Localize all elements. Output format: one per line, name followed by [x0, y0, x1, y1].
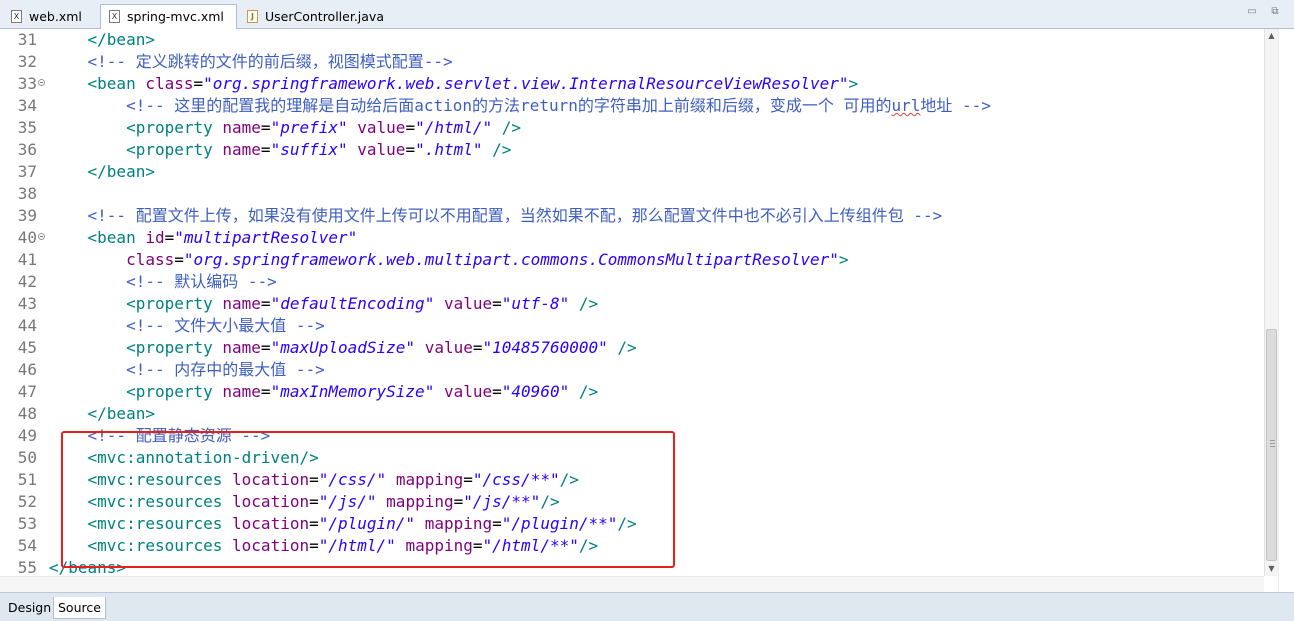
code-text: <property name="defaultEncoding" value="…	[126, 294, 599, 313]
xml-file-icon: X	[109, 10, 120, 23]
code-line[interactable]: 47 <property name="maxInMemorySize" valu…	[0, 381, 1264, 403]
tab-label: UserController.java	[265, 9, 384, 24]
code-line[interactable]: 49 <!-- 配置静态资源 -->	[0, 425, 1264, 447]
code-text: <!-- 配置文件上传，如果没有使用文件上传可以不用配置，当然如果不配，那么配置…	[87, 206, 943, 225]
code-line[interactable]: 52 <mvc:resources location="/js/" mappin…	[0, 491, 1264, 513]
code-line[interactable]: 36 <property name="suffix" value=".html"…	[0, 139, 1264, 161]
line-number: 33	[17, 74, 37, 93]
code-text: <mvc:resources location="/js/" mapping="…	[87, 492, 560, 511]
scrollbar-thumb[interactable]	[1266, 329, 1277, 561]
code-text: <!-- 定义跳转的文件的前后缀，视图模式配置-->	[87, 52, 453, 71]
code-text: class="org.springframework.web.multipart…	[126, 250, 849, 269]
code-text: <!-- 这里的配置我的理解是自动给后面action的方法return的字符串加…	[126, 96, 991, 115]
maximize-icon[interactable]: ⧉	[1268, 6, 1282, 18]
code-line[interactable]: 48 </bean>	[0, 403, 1264, 425]
code-text: <property name="suffix" value=".html" />	[126, 140, 512, 159]
code-line[interactable]: 54 <mvc:resources location="/html/" mapp…	[0, 535, 1264, 557]
overview-ruler	[1278, 29, 1294, 592]
line-number: 48	[17, 404, 37, 423]
line-number: 49	[17, 426, 37, 445]
source-editor[interactable]: 31 </bean> 32 <!-- 定义跳转的文件的前后缀，视图模式配置--> 3…	[0, 29, 1264, 592]
code-line[interactable]: 34 <!-- 这里的配置我的理解是自动给后面action的方法return的字…	[0, 95, 1264, 117]
code-text: <!-- 默认编码 -->	[126, 272, 277, 291]
line-number: 54	[17, 536, 37, 555]
line-number: 38	[17, 184, 37, 203]
line-number: 53	[17, 514, 37, 533]
code-text: <mvc:resources location="/html/" mapping…	[87, 536, 599, 555]
code-line[interactable]: 33 <bean class="org.springframework.web.…	[0, 73, 1264, 95]
line-number: 52	[17, 492, 37, 511]
line-number: 34	[17, 96, 37, 115]
java-file-icon: J	[247, 10, 258, 23]
code-line[interactable]: 31 </bean>	[0, 29, 1264, 51]
line-number: 44	[17, 316, 37, 335]
vertical-scrollbar[interactable]: ▲ ▼	[1264, 29, 1278, 576]
line-number: 35	[17, 118, 37, 137]
code-line[interactable]: 53 <mvc:resources location="/plugin/" ma…	[0, 513, 1264, 535]
xml-file-icon: X	[11, 10, 22, 23]
code-text: </bean>	[87, 404, 155, 423]
line-number: 50	[17, 448, 37, 467]
code-text: <property name="prefix" value="/html/" /…	[126, 118, 522, 137]
code-line[interactable]: 46 <!-- 内存中的最大值 -->	[0, 359, 1264, 381]
code-text: <!-- 配置静态资源 -->	[87, 426, 271, 445]
code-text: <property name="maxUploadSize" value="10…	[126, 338, 637, 357]
code-text: <!-- 内存中的最大值 -->	[126, 360, 325, 379]
minimize-icon[interactable]: ▭	[1245, 6, 1259, 18]
tab-web-xml[interactable]: X web.xml	[2, 4, 103, 29]
code-text: <!-- 文件大小最大值 -->	[126, 316, 325, 335]
code-line[interactable]: 41 class="org.springframework.web.multip…	[0, 249, 1264, 271]
code-line[interactable]: 45 <property name="maxUploadSize" value=…	[0, 337, 1264, 359]
scroll-up-icon[interactable]: ▲	[1265, 29, 1278, 43]
editor-tab-bar: X web.xml X spring-mvc.xml J UserControl…	[0, 0, 1294, 30]
code-line[interactable]: 32 <!-- 定义跳转的文件的前后缀，视图模式配置-->	[0, 51, 1264, 73]
line-number: 32	[17, 52, 37, 71]
line-number: 45	[17, 338, 37, 357]
line-number: 36	[17, 140, 37, 159]
fold-toggle-icon[interactable]	[38, 233, 45, 240]
code-line[interactable]: 37 </bean>	[0, 161, 1264, 183]
code-text: <mvc:resources location="/css/" mapping=…	[87, 470, 579, 489]
code-line[interactable]: 35 <property name="prefix" value="/html/…	[0, 117, 1264, 139]
code-line[interactable]: 44 <!-- 文件大小最大值 -->	[0, 315, 1264, 337]
line-number: 41	[17, 250, 37, 269]
code-text: <mvc:annotation-driven/>	[87, 448, 319, 467]
tab-label: spring-mvc.xml	[127, 9, 224, 24]
line-number: 42	[17, 272, 37, 291]
code-text: <bean class="org.springframework.web.ser…	[87, 74, 859, 93]
tab-usercontroller-java[interactable]: J UserController.java	[238, 4, 388, 29]
tab-design[interactable]: Design	[4, 597, 55, 619]
code-line[interactable]: 42 <!-- 默认编码 -->	[0, 271, 1264, 293]
tab-label: web.xml	[29, 9, 82, 24]
scroll-down-icon[interactable]: ▼	[1265, 562, 1278, 576]
code-line[interactable]: 51 <mvc:resources location="/css/" mappi…	[0, 469, 1264, 491]
fold-toggle-icon[interactable]	[38, 79, 45, 86]
code-text: <property name="maxInMemorySize" value="…	[126, 382, 599, 401]
horizontal-scrollbar[interactable]	[0, 576, 1264, 592]
code-text: <mvc:resources location="/plugin/" mappi…	[87, 514, 637, 533]
code-line[interactable]: 50 <mvc:annotation-driven/>	[0, 447, 1264, 469]
line-number: 47	[17, 382, 37, 401]
line-number: 31	[17, 30, 37, 49]
code-line[interactable]: 40 <bean id="multipartResolver"	[0, 227, 1264, 249]
line-number: 51	[17, 470, 37, 489]
code-text: <bean id="multipartResolver"	[87, 228, 358, 247]
code-line[interactable]: 43 <property name="defaultEncoding" valu…	[0, 293, 1264, 315]
line-number: 46	[17, 360, 37, 379]
editor-mode-tabs: Design Source	[0, 592, 1294, 621]
line-number: 37	[17, 162, 37, 181]
code-line[interactable]: 38	[0, 183, 1264, 205]
line-number: 40	[17, 228, 37, 247]
tab-spring-mvc-xml[interactable]: X spring-mvc.xml	[100, 4, 237, 30]
code-text: </bean>	[87, 30, 155, 49]
line-number: 39	[17, 206, 37, 225]
tab-source[interactable]: Source	[53, 597, 106, 619]
code-text: </bean>	[87, 162, 155, 181]
line-number: 43	[17, 294, 37, 313]
code-line[interactable]: 39 <!-- 配置文件上传，如果没有使用文件上传可以不用配置，当然如果不配，那…	[0, 205, 1264, 227]
